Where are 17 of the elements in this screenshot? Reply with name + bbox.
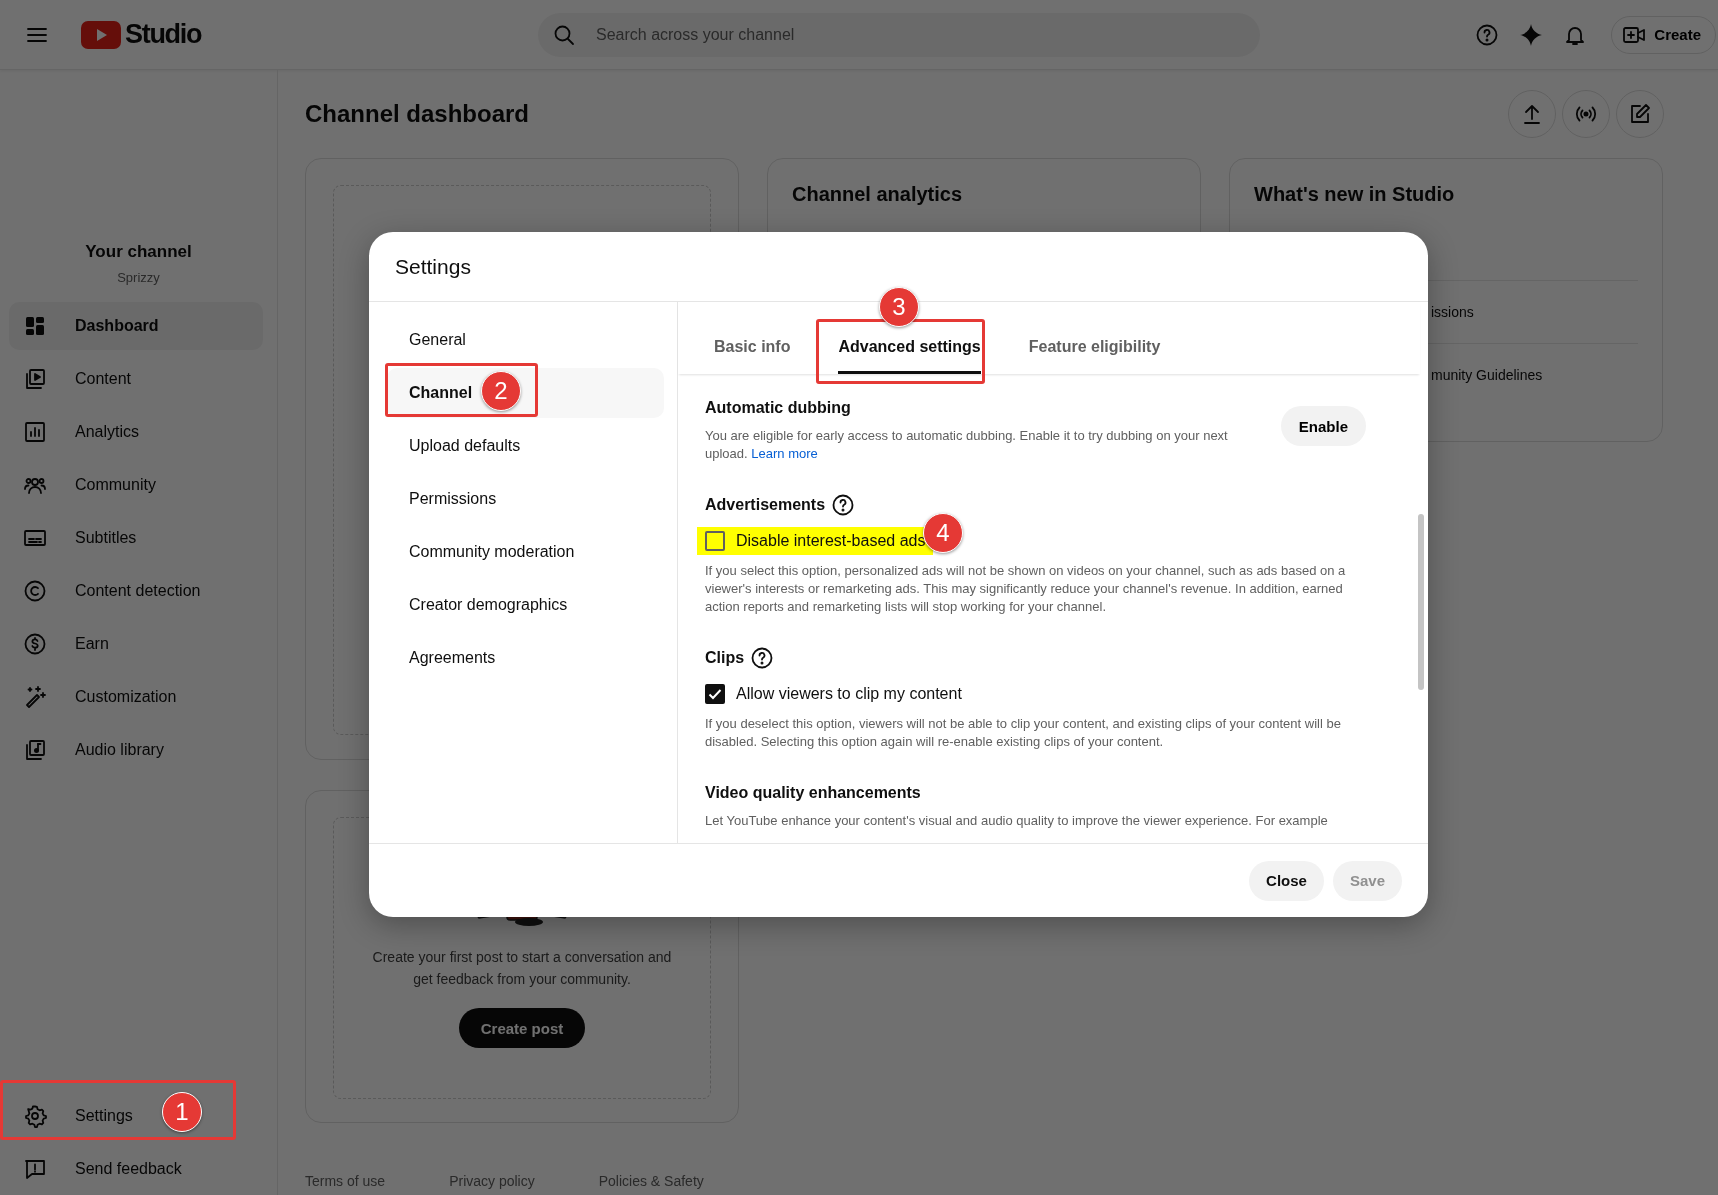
step-number: 1	[162, 1092, 202, 1132]
channel-name: Sprizzy	[116, 270, 161, 285]
dialog-title: Settings	[395, 254, 471, 279]
page-title: Channel dashboard	[305, 100, 531, 128]
section-title: Clips	[705, 649, 745, 667]
section-title: Advertisements	[705, 496, 826, 514]
section-title: Video quality enhancements	[705, 783, 922, 803]
section-description: You are eligible for early access to automatic dubbing. Enable it to try dubbing on your next upload. Learn more	[705, 427, 1229, 463]
section-description: If you select this option, personalized ads will not be shown on videos on your channel, such as ads based on a viewer's interests or remarketing ads. This may significantly reduce your channel's revenue. In addition, earned action reports and remarketing lists will stop working for your channel.	[705, 562, 1347, 616]
logo-text: Studio	[125, 19, 202, 50]
channel-title: Your channel	[84, 242, 193, 262]
card-title: Channel analytics	[792, 183, 964, 206]
section-description: Let YouTube enhance your content's visual and audio quality to improve the viewer experience. For example	[705, 812, 1329, 830]
section-description: If you deselect this option, viewers will not be able to clip your content, and existing clips of your content will be disabled. Selecting this option again will re-enable existing clips of your content.	[705, 715, 1342, 751]
post-prompt: Create your first post to start a conversation and get feedback from your community.	[371, 948, 673, 989]
section-title: Automatic dubbing	[705, 398, 852, 418]
card-title: What's new in Studio	[1254, 183, 1456, 206]
